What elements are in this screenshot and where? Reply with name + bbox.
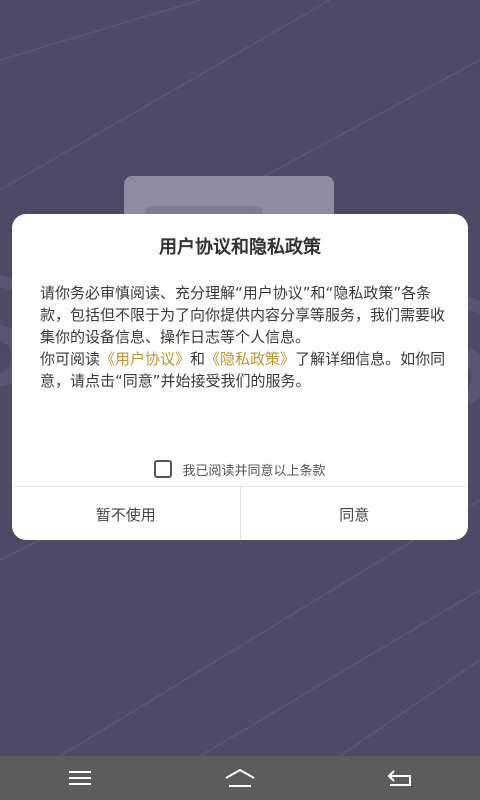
agree-row[interactable]: 我已阅读并同意以上条款 xyxy=(12,458,468,480)
dialog-body: 请你务必审慎阅读、充分理解“用户协议”和“隐私政策”各条款，包括但不限于为了向你… xyxy=(40,282,448,392)
app-screen: S S 用户协议和隐私政策 请你务必审慎阅读、充分理解“用户协议”和“隐私政策”… xyxy=(0,0,480,800)
agree-checkbox-label[interactable]: 我已阅读并同意以上条款 xyxy=(182,460,325,479)
dialog-button-row: 暂不使用 同意 xyxy=(12,486,468,540)
agree-checkbox[interactable] xyxy=(154,460,173,478)
home-button[interactable] xyxy=(210,756,270,800)
system-navigation-bar xyxy=(0,756,480,800)
menu-icon xyxy=(69,771,91,785)
paragraph-2-and: 和 xyxy=(190,350,206,368)
privacy-dialog: 用户协议和隐私政策 请你务必审慎阅读、充分理解“用户协议”和“隐私政策”各条款，… xyxy=(12,214,468,540)
back-button[interactable] xyxy=(370,756,430,800)
agree-button[interactable]: 同意 xyxy=(239,487,469,540)
paragraph-2-prefix: 你可阅读 xyxy=(40,350,101,368)
home-icon xyxy=(225,768,255,787)
privacy-policy-link[interactable]: 《隐私政策》 xyxy=(205,350,295,368)
back-icon xyxy=(387,770,411,786)
menu-button[interactable] xyxy=(50,756,110,800)
dialog-paragraph-2: 你可阅读《用户协议》和《隐私政策》了解详细信息。如你同意，请点击“同意”并始接受… xyxy=(40,348,448,392)
dialog-paragraph-1: 请你务必审慎阅读、充分理解“用户协议”和“隐私政策”各条款，包括但不限于为了向你… xyxy=(40,284,446,346)
user-agreement-link[interactable]: 《用户协议》 xyxy=(100,350,190,368)
decline-button[interactable]: 暂不使用 xyxy=(12,487,240,540)
dialog-title: 用户协议和隐私政策 xyxy=(159,237,321,258)
